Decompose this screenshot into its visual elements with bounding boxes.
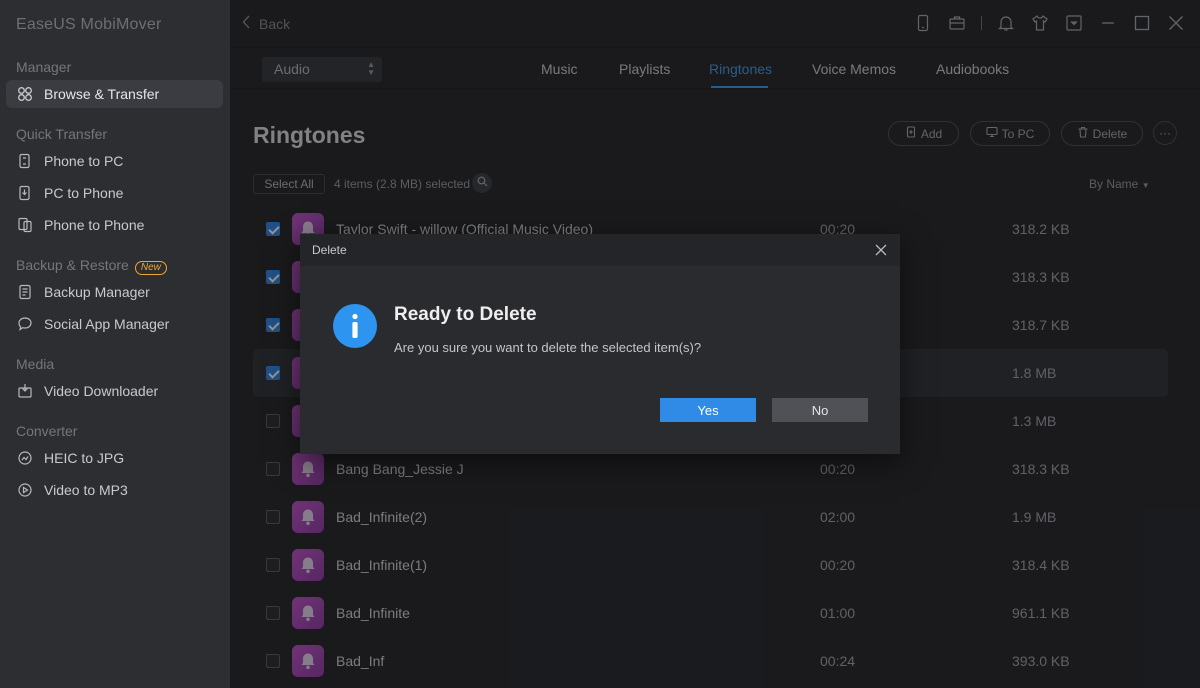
yes-button[interactable]: Yes — [660, 398, 756, 422]
sidebar-item-social-app-manager[interactable]: Social App Manager — [6, 310, 223, 338]
sidebar-item-label: Phone to PC — [44, 153, 124, 169]
video-convert-icon — [16, 481, 34, 499]
sidebar-item-label: Backup Manager — [44, 284, 150, 300]
pc-to-phone-icon — [16, 184, 34, 202]
download-icon — [16, 382, 34, 400]
sidebar-item-label: HEIC to JPG — [44, 450, 125, 466]
phone-to-pc-icon — [16, 152, 34, 170]
phone-to-phone-icon — [16, 216, 34, 234]
sidebar-item-video-downloader[interactable]: Video Downloader — [6, 377, 223, 405]
sidebar-item-label: Browse & Transfer — [44, 86, 160, 102]
sidebar-item-label: Video to MP3 — [44, 482, 128, 498]
delete-dialog: Delete Ready to Delete Are you sure you … — [300, 234, 900, 454]
section-media: Media — [16, 356, 55, 372]
sidebar-item-label: Video Downloader — [44, 383, 159, 399]
image-convert-icon — [16, 449, 34, 467]
section-manager: Manager — [16, 59, 72, 75]
sidebar-item-pc-to-phone[interactable]: PC to Phone — [6, 179, 223, 207]
no-button[interactable]: No — [772, 398, 868, 422]
dialog-header: Delete — [300, 234, 900, 266]
chat-icon — [16, 315, 34, 333]
backup-icon — [16, 283, 34, 301]
sidebar: EaseUS MobiMover Manager Browse & Transf… — [0, 0, 230, 688]
sidebar-item-video-to-mp3[interactable]: Video to MP3 — [6, 476, 223, 504]
app-title: EaseUS MobiMover — [16, 16, 162, 33]
dialog-message: Are you sure you want to delete the sele… — [394, 340, 702, 355]
sidebar-item-label: Social App Manager — [44, 316, 170, 332]
close-icon[interactable] — [872, 241, 890, 259]
section-converter: Converter — [16, 423, 78, 439]
sidebar-item-label: Phone to Phone — [44, 217, 145, 233]
sidebar-item-phone-to-pc[interactable]: Phone to PC — [6, 147, 223, 175]
dialog-title: Ready to Delete — [394, 304, 537, 325]
sidebar-item-phone-to-phone[interactable]: Phone to Phone — [6, 211, 223, 239]
sidebar-item-heic-to-jpg[interactable]: HEIC to JPG — [6, 444, 223, 472]
dialog-header-title: Delete — [312, 243, 347, 257]
section-quick-transfer: Quick Transfer — [16, 126, 108, 142]
sidebar-item-backup-manager[interactable]: Backup Manager — [6, 278, 223, 306]
section-backup-restore: Backup & Restore New — [16, 257, 167, 275]
sidebar-item-label: PC to Phone — [44, 185, 124, 201]
sidebar-item-browse-transfer[interactable]: Browse & Transfer — [6, 80, 223, 108]
grid-icon — [16, 85, 34, 103]
info-icon — [333, 304, 377, 348]
new-badge: New — [134, 261, 167, 275]
